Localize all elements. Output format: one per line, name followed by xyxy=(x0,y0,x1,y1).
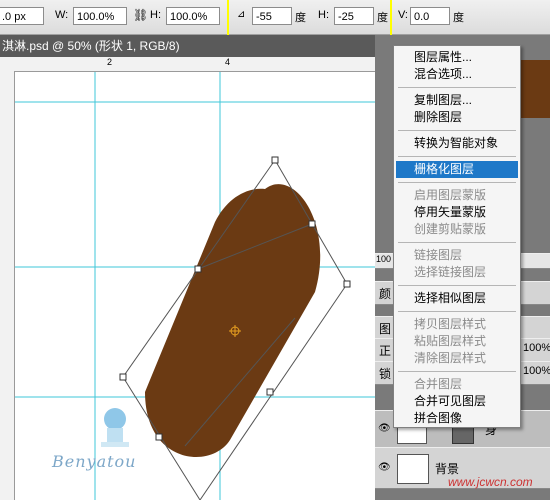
menu-item-enable-layer-mask[interactable]: 启用图层蒙版 xyxy=(396,187,518,204)
menu-separator xyxy=(398,182,516,183)
menu-separator xyxy=(398,242,516,243)
width-label: W: xyxy=(55,9,69,21)
menu-item-merge-visible[interactable]: 合并可见图层 xyxy=(396,393,518,410)
watermark-text: Benyatou xyxy=(52,452,137,471)
menu-item-rasterize-layer[interactable]: 栅格化图层 xyxy=(396,161,518,178)
link-chain-icon[interactable]: ⛓ xyxy=(133,8,148,22)
menu-item-duplicate-layer[interactable]: 复制图层... xyxy=(396,92,518,109)
background-thumbnail xyxy=(397,454,429,484)
menu-item-select-similar-layers[interactable]: 选择相似图层 xyxy=(396,290,518,307)
blend-mode-select[interactable]: 正 xyxy=(379,342,391,359)
document-tab[interactable]: 淇淋.psd @ 50% (形状 1, RGB/8) xyxy=(0,35,377,57)
height-label: H: xyxy=(150,9,161,21)
menu-item-layer-properties[interactable]: 图层属性... xyxy=(396,49,518,66)
menu-item-select-linked-layers[interactable]: 选择链接图层 xyxy=(396,264,518,281)
transform-handle xyxy=(271,156,279,164)
layer-context-menu: 图层属性... 混合选项... 复制图层... 删除图层 转换为智能对象 栅格化… xyxy=(393,45,521,428)
menu-item-create-clipping-mask[interactable]: 创建剪贴蒙版 xyxy=(396,221,518,238)
brown-capsule-shape xyxy=(145,184,321,458)
ruler-mark: 4 xyxy=(225,57,231,67)
vskew-unit: 度 xyxy=(453,12,464,24)
canvas-drawing xyxy=(15,72,375,500)
menu-separator xyxy=(398,371,516,372)
menu-item-flatten-image[interactable]: 拼合图像 xyxy=(396,410,518,427)
layers-tab-label: 图 xyxy=(379,322,392,336)
menu-separator xyxy=(398,87,516,88)
width-field[interactable]: 100.0% xyxy=(73,7,127,25)
menu-separator xyxy=(398,156,516,157)
color-tab-label: 颜 xyxy=(379,287,392,301)
menu-item-link-layers[interactable]: 链接图层 xyxy=(396,247,518,264)
menu-item-clear-layer-style[interactable]: 清除图层样式 xyxy=(396,350,518,367)
fill-field[interactable]: 100% xyxy=(523,365,550,377)
document-canvas[interactable] xyxy=(15,72,375,500)
menu-item-blending-options[interactable]: 混合选项... xyxy=(396,66,518,83)
x-position-field[interactable]: .0 px xyxy=(0,7,44,25)
menu-separator xyxy=(398,285,516,286)
vskew-field[interactable]: 0.0 xyxy=(410,7,450,25)
eye-icon[interactable]: 👁 xyxy=(378,462,391,473)
menu-item-copy-layer-style[interactable]: 拷贝图层样式 xyxy=(396,316,518,333)
lock-label: 锁 xyxy=(379,367,392,381)
zoom-value: 100 xyxy=(376,254,392,264)
menu-separator xyxy=(398,311,516,312)
menu-item-disable-vector-mask[interactable]: 停用矢量蒙版 xyxy=(396,204,518,221)
menu-item-merge-layers[interactable]: 合并图层 xyxy=(396,376,518,393)
height-field[interactable]: 100.0% xyxy=(166,7,220,25)
eye-icon[interactable]: 👁 xyxy=(378,423,391,434)
opacity-field[interactable]: 100% xyxy=(523,342,550,354)
horizontal-ruler: 2 4 xyxy=(0,57,375,72)
menu-separator xyxy=(398,130,516,131)
menu-item-convert-smart-object[interactable]: 转换为智能对象 xyxy=(396,135,518,152)
vskew-label: V: xyxy=(398,9,408,21)
menu-item-delete-layer[interactable]: 删除图层 xyxy=(396,109,518,126)
ruler-mark: 2 xyxy=(107,57,113,67)
mascot-figure xyxy=(101,408,129,447)
site-watermark: www.jcwcn.com xyxy=(448,475,533,489)
vertical-ruler xyxy=(0,71,15,500)
menu-item-paste-layer-style[interactable]: 粘贴图层样式 xyxy=(396,333,518,350)
